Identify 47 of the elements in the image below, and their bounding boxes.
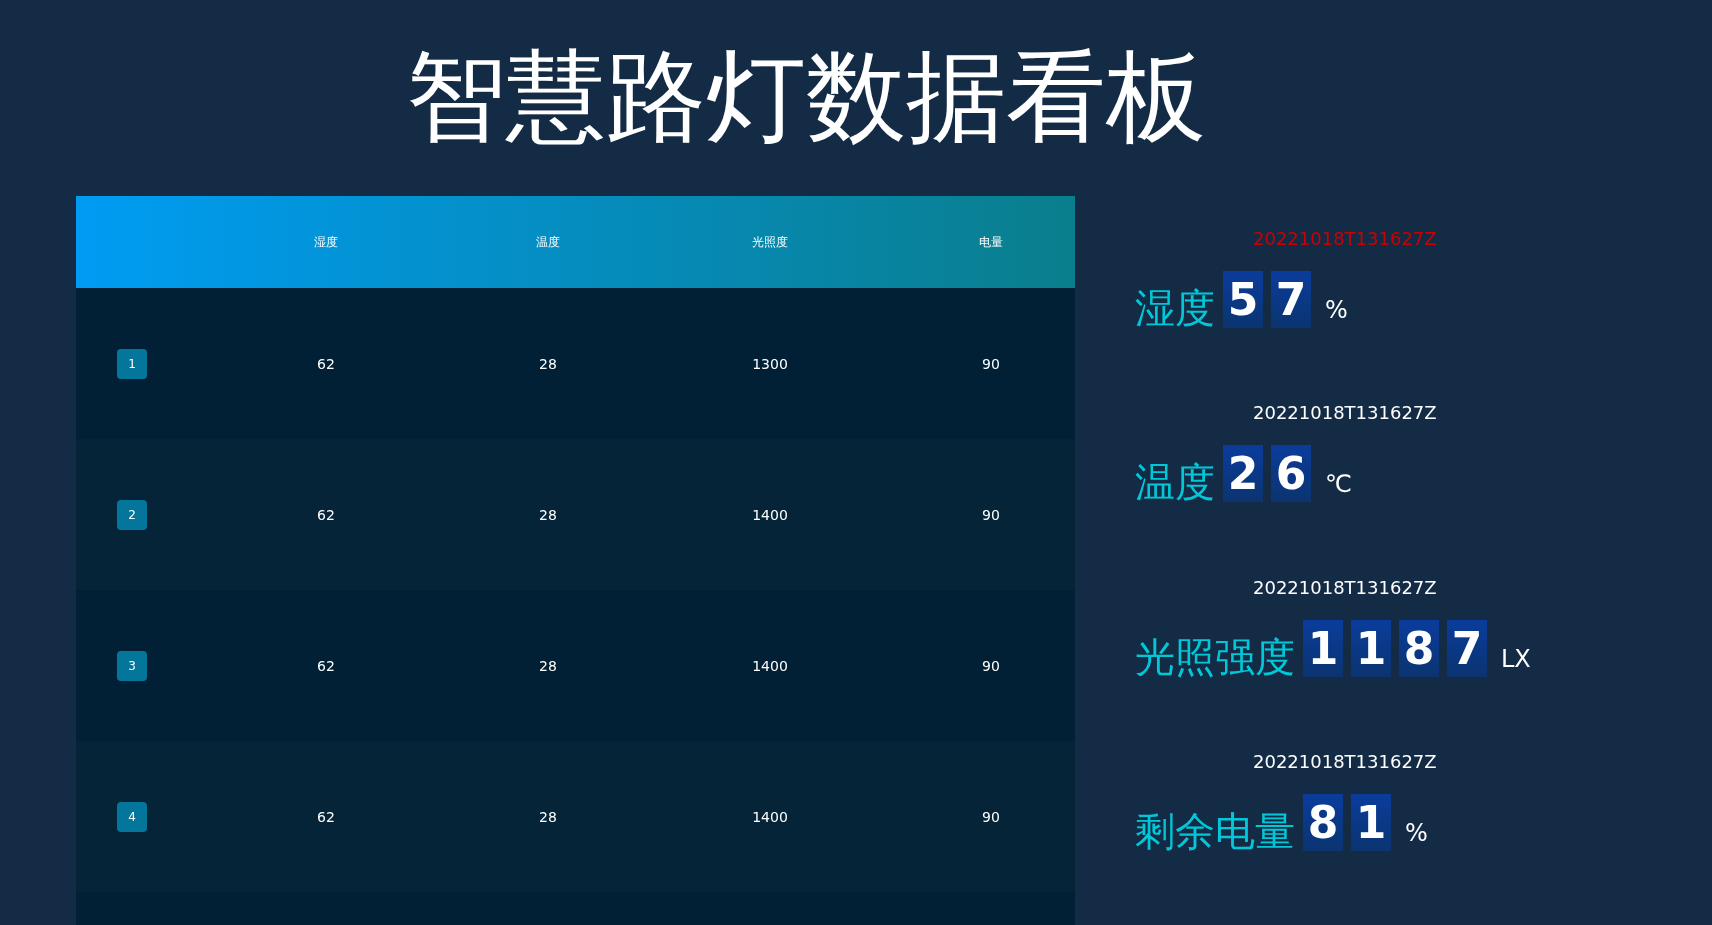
metric-label: 湿度: [1135, 288, 1215, 328]
row-index-badge: 3: [117, 650, 147, 681]
metric-label: 温度: [1135, 462, 1215, 503]
digit-tile: 1: [1351, 619, 1391, 677]
column-header: 光照度: [752, 233, 788, 251]
table-cell: 62: [317, 657, 335, 674]
table-cell: 28: [539, 657, 557, 674]
table-cell: 28: [539, 506, 557, 523]
column-header: 温度: [536, 233, 560, 251]
table-cell: 90: [982, 808, 1000, 825]
timestamp: 20221018T131627Z: [1253, 402, 1437, 424]
table-cell: 1400: [752, 506, 788, 523]
digit-tile: 8: [1303, 793, 1343, 851]
unit-label: ℃: [1325, 470, 1352, 499]
metric-label: 光照强度: [1135, 636, 1295, 677]
metric-label: 剩余电量: [1135, 810, 1295, 851]
digit-tile: 5: [1223, 271, 1263, 328]
timestamp: 20221018T131627Z: [1253, 576, 1437, 598]
row-index-badge: 4: [117, 801, 147, 832]
unit-label: %: [1405, 818, 1428, 847]
unit-label: %: [1325, 296, 1348, 324]
table-cell: 28: [539, 355, 557, 372]
unit-label: LX: [1501, 644, 1531, 673]
timestamp: 20221018T131627Z: [1253, 750, 1437, 772]
table-cell: 62: [317, 355, 335, 372]
table-cell: 62: [317, 808, 335, 825]
timestamp: 20221018T131627Z: [1253, 228, 1437, 249]
dashboard-title: 智慧路灯数据看板: [405, 36, 1207, 157]
digit-tile: 7: [1447, 619, 1487, 677]
digit-tile: 1: [1303, 619, 1343, 677]
table-cell: 1400: [752, 808, 788, 825]
table-cell: 1300: [752, 355, 788, 372]
digit-tile: 1: [1351, 793, 1391, 851]
table-cell: 90: [982, 355, 1000, 372]
digit-tile: 7: [1271, 271, 1311, 328]
digit-tile: 2: [1223, 445, 1263, 503]
table-cell: 28: [539, 808, 557, 825]
row-index-badge: 2: [117, 499, 147, 530]
digit-tile: 8: [1399, 619, 1439, 677]
table-cell: 90: [982, 657, 1000, 674]
table-cell: 90: [982, 506, 1000, 523]
table-cell: 62: [317, 506, 335, 523]
row-index-badge: 1: [117, 348, 147, 379]
digit-tile: 6: [1271, 445, 1311, 503]
table-cell: 1400: [752, 657, 788, 674]
column-header: 湿度: [314, 233, 338, 251]
column-header: 电量: [979, 233, 1003, 251]
